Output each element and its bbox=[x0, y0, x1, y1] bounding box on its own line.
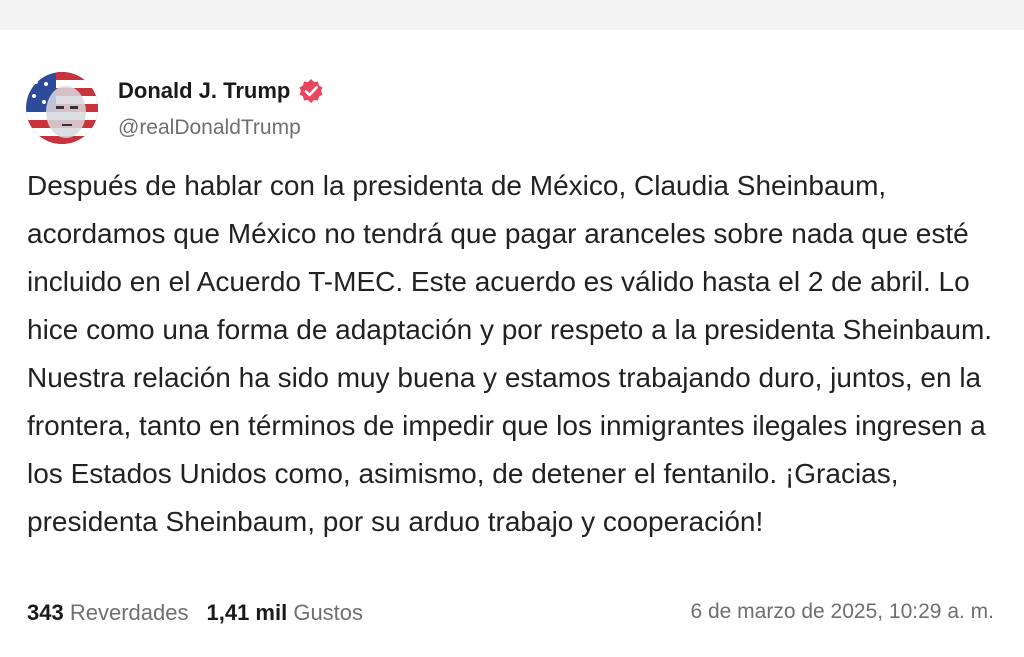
likes-label: Gustos bbox=[293, 600, 364, 625]
author-name[interactable]: Donald J. Trump bbox=[118, 78, 290, 104]
verified-badge-icon bbox=[298, 78, 324, 104]
avatar[interactable] bbox=[26, 72, 98, 144]
post-stats: 343 Reverdades 1,41 mil Gustos bbox=[27, 600, 363, 626]
reposts-label: Reverdades bbox=[69, 600, 189, 625]
post-body: Después de hablar con la presidenta de M… bbox=[27, 170, 993, 537]
author-row: Donald J. Trump bbox=[118, 78, 324, 104]
reposts-count: 343 bbox=[27, 600, 64, 625]
author-handle[interactable]: @realDonaldTrump bbox=[118, 116, 301, 140]
likes-count: 1,41 mil bbox=[206, 600, 288, 625]
reposts-stat[interactable]: 343 Reverdades bbox=[27, 600, 188, 626]
avatar-image bbox=[26, 72, 98, 144]
post-timestamp[interactable]: 6 de marzo de 2025, 10:29 a. m. bbox=[690, 600, 994, 624]
likes-stat[interactable]: 1,41 mil Gustos bbox=[206, 600, 363, 626]
